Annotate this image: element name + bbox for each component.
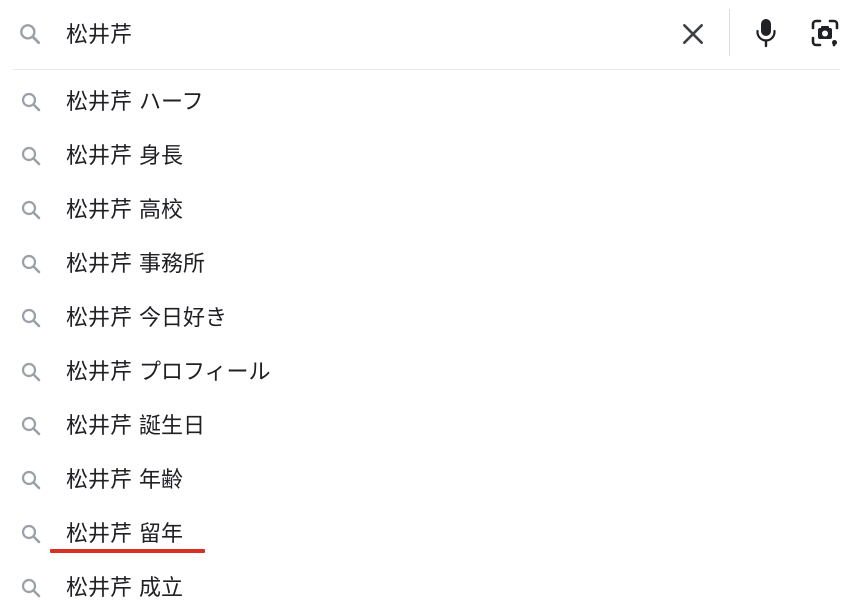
- search-icon: [16, 519, 46, 549]
- search-icon: [14, 18, 46, 50]
- suggestion-item[interactable]: 松井芹 誕生日: [0, 400, 860, 454]
- suggestion-item[interactable]: 松井芹 成立: [0, 562, 860, 614]
- search-icon: [16, 465, 46, 495]
- search-icon: [16, 357, 46, 387]
- suggestion-item[interactable]: 松井芹 高校: [0, 184, 860, 238]
- search-divider: [12, 69, 840, 70]
- suggestion-text: 松井芹 高校: [66, 198, 183, 223]
- suggestion-item[interactable]: 松井芹 今日好き: [0, 292, 860, 346]
- search-icon: [16, 303, 46, 333]
- suggestion-item[interactable]: 松井芹 ハーフ: [0, 76, 860, 130]
- suggestion-text: 松井芹 成立: [66, 576, 183, 601]
- close-icon[interactable]: [672, 14, 714, 54]
- suggestion-text: 松井芹 今日好き: [66, 306, 227, 331]
- suggestion-list: 松井芹 ハーフ 松井芹 身長 松井芹 高校 松井芹 事務所 松井芹 今日好き 松…: [0, 76, 860, 614]
- microphone-icon[interactable]: [746, 13, 786, 53]
- search-icon: [16, 411, 46, 441]
- suggestion-text: 松井芹 留年: [66, 522, 183, 547]
- red-underline-annotation: [50, 549, 205, 553]
- suggestion-text: 松井芹 誕生日: [66, 414, 205, 439]
- suggestion-text: 松井芹 事務所: [66, 252, 205, 277]
- search-icon: [16, 87, 46, 117]
- search-input[interactable]: [66, 14, 626, 52]
- suggestion-item[interactable]: 松井芹 年齢: [0, 454, 860, 508]
- search-icon: [16, 141, 46, 171]
- suggestion-text: 松井芹 年齢: [66, 468, 183, 493]
- search-bar: [0, 0, 860, 66]
- search-page: 松井芹 ハーフ 松井芹 身長 松井芹 高校 松井芹 事務所: [0, 0, 860, 614]
- suggestion-text: 松井芹 身長: [66, 144, 183, 169]
- search-bar-divider: [729, 9, 730, 56]
- suggestion-item[interactable]: 松井芹 身長: [0, 130, 860, 184]
- search-icon: [16, 573, 46, 603]
- suggestion-text: 松井芹 ハーフ: [66, 90, 204, 115]
- suggestion-item[interactable]: 松井芹 留年: [0, 508, 860, 562]
- search-icon: [16, 195, 46, 225]
- search-icon: [16, 249, 46, 279]
- suggestion-item[interactable]: 松井芹 プロフィール: [0, 346, 860, 400]
- camera-lens-icon[interactable]: [803, 13, 847, 53]
- suggestion-item[interactable]: 松井芹 事務所: [0, 238, 860, 292]
- suggestion-text: 松井芹 プロフィール: [66, 360, 271, 385]
